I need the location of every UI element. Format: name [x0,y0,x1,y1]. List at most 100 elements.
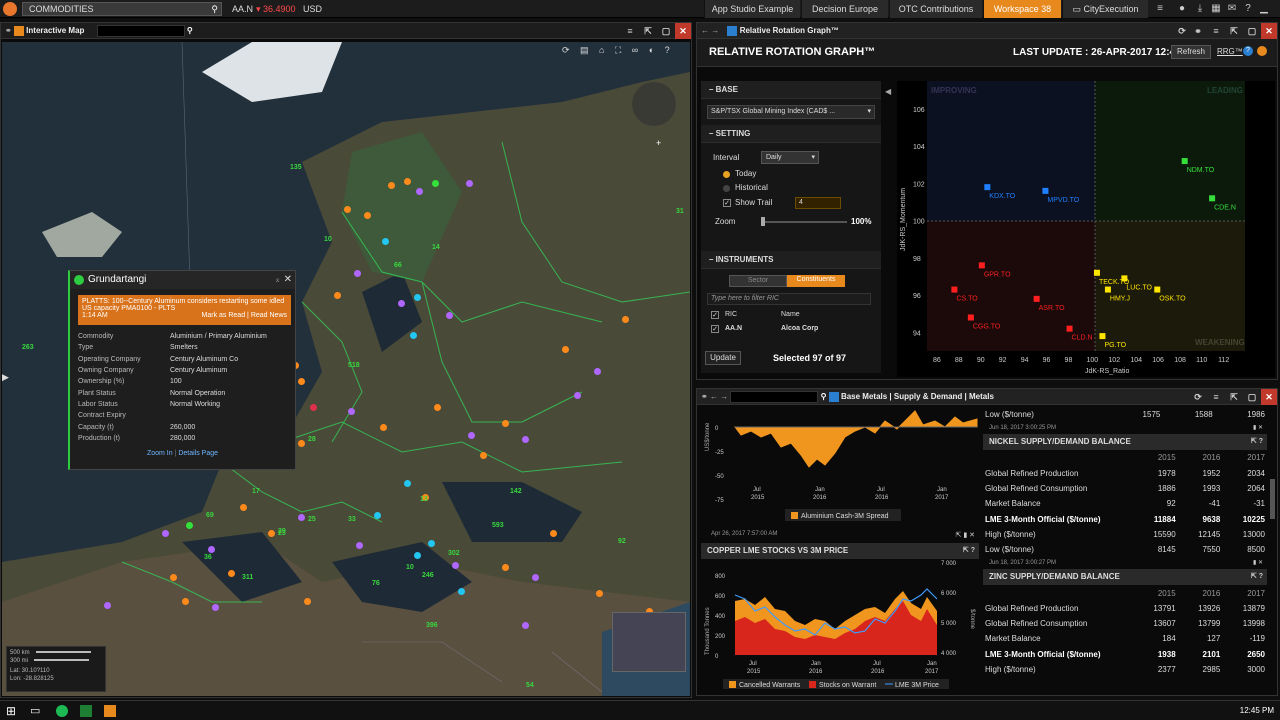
map-point[interactable] [446,312,453,319]
flag-label[interactable]: 593 [492,522,504,529]
flag-label[interactable]: 33 [348,516,356,523]
expand-icon[interactable]: ⇱ ? [1251,434,1263,450]
map-point[interactable] [186,522,193,529]
map-point[interactable] [594,368,601,375]
map-point[interactable] [380,424,387,431]
setting-section-header[interactable]: – SETTING [701,125,881,143]
zoom-in-link[interactable]: Zoom In [147,450,173,457]
base-select[interactable]: S&P/TSX Global Mining Index (CAD$ ... ▾ [707,105,875,119]
map-title-input[interactable] [96,24,185,37]
map-point[interactable] [416,188,423,195]
expand-icon[interactable]: ⇱ ? [963,543,975,559]
flag-label[interactable]: 246 [422,572,434,579]
menu-icon[interactable]: ≡ [623,23,637,39]
close-icon[interactable]: ✕ [1261,23,1277,39]
flag-label[interactable]: 142 [510,488,522,495]
map-point[interactable] [298,514,305,521]
map-point[interactable] [334,292,341,299]
scrollbar[interactable] [1270,479,1275,519]
link-icon[interactable]: ⚭ [1191,23,1205,39]
link-icon[interactable]: ⚭ [5,26,14,35]
flag-label[interactable]: 36 [204,554,212,561]
base-section-header[interactable]: – BASE [701,81,881,99]
flag-label[interactable]: 29 [278,528,286,535]
map-point[interactable] [428,540,435,547]
nickel-actions-icon[interactable]: ▮ ✕ [1253,422,1263,434]
back-arrow-icon[interactable]: ← → [701,26,719,35]
map-point[interactable] [562,346,569,353]
map-point[interactable] [162,530,169,537]
map-search-icon[interactable]: ⚲ [187,26,193,35]
expand-icon[interactable]: ⇱ ? [1251,569,1263,585]
flag-label[interactable]: 69 [206,512,214,519]
spotify-icon[interactable] [56,705,68,717]
tab-workspace-38[interactable]: Workspace 38 [983,0,1061,18]
close-icon[interactable]: ✕ [1261,389,1277,405]
expand-arrow-icon[interactable]: ▶ [2,372,12,386]
map-point[interactable] [522,436,529,443]
tab-decision-europe[interactable]: Decision Europe [801,0,888,18]
flag-label[interactable]: 31 [676,208,684,215]
collapse-sidebar-icon[interactable]: ◀ [885,87,891,96]
flag-label[interactable]: 66 [394,262,402,269]
info-icon[interactable] [1257,46,1267,56]
flag-label[interactable]: 311 [242,574,253,581]
search-icon[interactable]: ⚲ [211,3,218,15]
map-point[interactable] [228,570,235,577]
update-button[interactable]: Update [705,351,741,365]
map-point[interactable] [622,316,629,323]
zoom-slider-handle[interactable] [761,217,765,226]
flag-label[interactable]: 10 [406,564,414,571]
news-item[interactable]: PLATTS: 100--Century Aluminum considers … [78,295,291,325]
zoom-in-icon[interactable]: + [656,138,661,148]
map-point[interactable] [344,206,351,213]
map-toolbar[interactable]: ⟳ ▤ ⌂ ⛶ ∞ ◐ ? [562,45,674,56]
map-point[interactable] [574,392,581,399]
show-trail-checkbox[interactable]: ✓ [723,199,731,207]
eikon-taskbar-icon[interactable] [104,705,116,717]
flag-label[interactable]: 13 [420,496,428,503]
map-point[interactable] [208,546,215,553]
popout-icon[interactable]: ⇱ [1227,23,1241,39]
flag-label[interactable]: 25 [308,516,316,523]
map-point[interactable] [466,180,473,187]
tab-app-studio[interactable]: App Studio Example [704,0,800,18]
flag-label[interactable]: 14 [432,244,440,251]
map-point[interactable] [502,420,509,427]
details-page-link[interactable]: Details Page [178,450,218,457]
map-point[interactable] [398,300,405,307]
download-icon[interactable]: ⤓ [1192,1,1208,17]
ric-filter-input[interactable]: Type here to filter RIC [707,293,871,305]
row-checkbox[interactable]: ✓ [711,325,719,333]
popup-close-icon[interactable]: ✕ [284,271,292,289]
task-view-icon[interactable]: ▭ [30,704,40,717]
map-point[interactable] [104,602,111,609]
ticker-symbol[interactable]: AA.N [232,4,253,14]
user-icon[interactable]: ● [1174,1,1190,17]
link-icon[interactable]: ⚭ ← → [701,392,730,401]
help-icon[interactable]: ? [1243,46,1253,56]
minimize-app-icon[interactable]: ▁ [1256,1,1272,17]
map-point[interactable] [182,598,189,605]
flag-label[interactable]: 135 [290,164,302,171]
instruments-section-header[interactable]: – INSTRUMENTS [701,251,881,269]
bm-search-icon[interactable]: ⚲ [821,392,829,401]
refresh-button[interactable]: Refresh [1171,45,1211,59]
flag-label[interactable]: 28 [308,436,316,443]
map-point[interactable] [522,622,529,629]
map-point[interactable] [388,182,395,189]
map-point[interactable] [348,408,355,415]
tab-otc-contributions[interactable]: OTC Contributions [889,0,982,18]
today-radio[interactable] [723,171,730,178]
flag-label[interactable]: 92 [618,538,626,545]
map-point[interactable] [404,480,411,487]
map-point[interactable] [452,562,459,569]
map-point[interactable] [458,588,465,595]
tab-city-execution[interactable]: ▭ CityExecution [1062,0,1148,18]
alu-actions-icon[interactable]: ⇱ ▮ ✕ [956,531,975,539]
message-icon[interactable]: ✉ [1224,1,1240,17]
grid-icon[interactable]: ▦ [1208,1,1224,17]
mark-as-read-link[interactable]: Mark as Read [202,312,246,319]
constituents-tab[interactable]: Constituents [787,275,845,287]
maximize-icon[interactable]: ▢ [1245,389,1259,405]
